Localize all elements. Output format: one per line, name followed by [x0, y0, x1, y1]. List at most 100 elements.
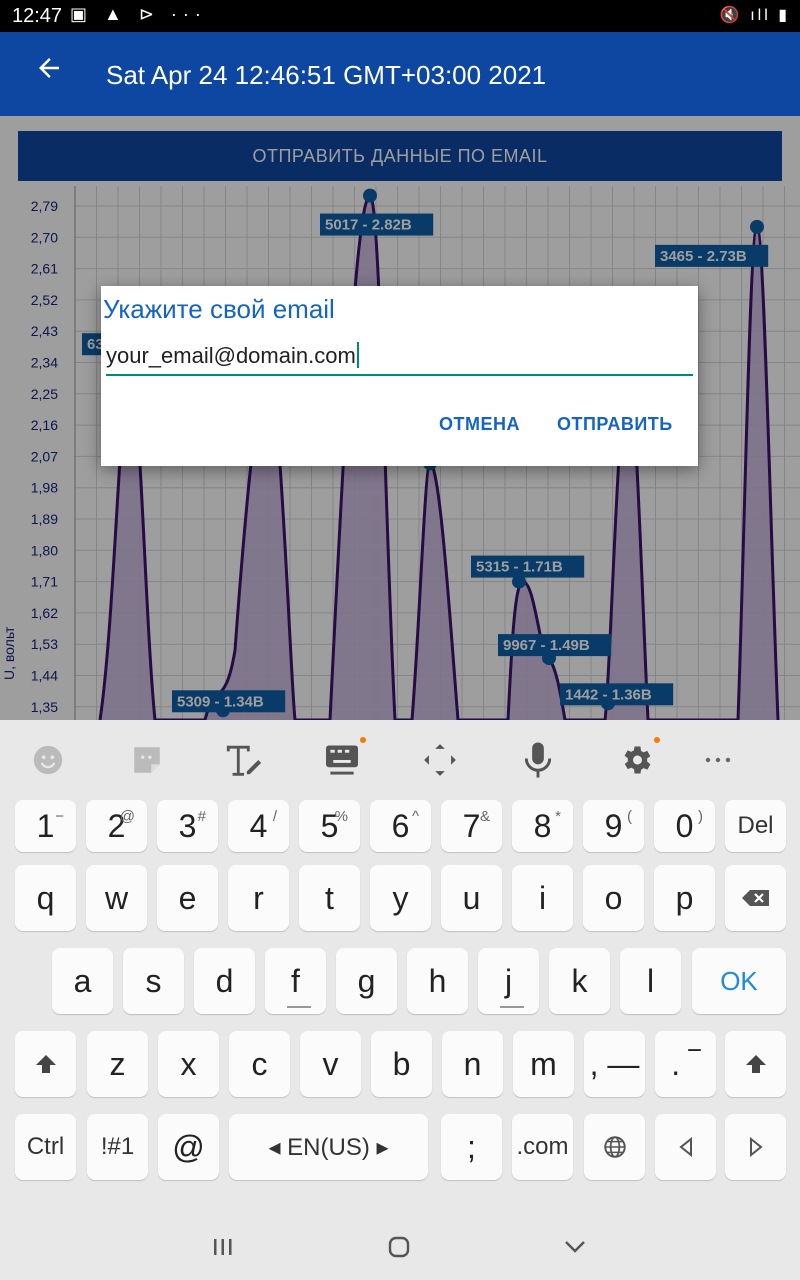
key-7-alt: &: [479, 808, 490, 825]
dotcom-key[interactable]: .com: [512, 1114, 573, 1180]
comma-key[interactable]: , —: [584, 1031, 645, 1097]
dialog-title: Укажите свой email: [103, 294, 335, 324]
key-m-label: m: [530, 1045, 557, 1082]
mic-icon[interactable]: [508, 736, 568, 784]
shift-icon: [745, 1055, 766, 1073]
key-o[interactable]: o: [583, 865, 644, 931]
key-q[interactable]: q: [15, 865, 76, 931]
key-marker: [500, 1006, 524, 1008]
at-key[interactable]: @: [158, 1114, 219, 1180]
symbols-key[interactable]: !#1: [87, 1114, 148, 1180]
key-6[interactable]: 6 ^: [370, 800, 431, 852]
key-g-label: g: [357, 962, 376, 999]
key-r[interactable]: r: [228, 865, 289, 931]
space-key[interactable]: ◂ EN(US) ▸: [229, 1114, 428, 1180]
key-marker: [287, 1006, 311, 1008]
key-n[interactable]: n: [442, 1031, 503, 1097]
del-key[interactable]: Del: [725, 800, 786, 852]
key-d[interactable]: d: [194, 948, 255, 1014]
key-l[interactable]: l: [620, 948, 681, 1014]
key-b[interactable]: b: [371, 1031, 432, 1097]
backspace-key[interactable]: [725, 865, 786, 931]
key-5[interactable]: 5%: [299, 800, 360, 852]
sticker-icon[interactable]: [117, 736, 177, 784]
key-s-label: s: [145, 962, 162, 999]
key-f-label: f: [291, 962, 300, 999]
key-3-alt: #: [197, 808, 206, 825]
key-m[interactable]: m: [513, 1031, 574, 1097]
key-7[interactable]: 7 &: [441, 800, 502, 852]
backspace-icon: [741, 890, 769, 906]
key-s[interactable]: s: [123, 948, 184, 1014]
shift-right-key[interactable]: [725, 1031, 786, 1097]
key-v-label: v: [322, 1045, 339, 1082]
key-a-label: a: [73, 962, 92, 999]
key-2-alt: @: [119, 808, 135, 825]
key-f[interactable]: f: [265, 948, 326, 1014]
back-arrow-icon[interactable]: [34, 52, 70, 92]
key-3[interactable]: 3 #: [157, 800, 218, 852]
key-1[interactable]: 1−: [15, 800, 76, 852]
ctrl-key[interactable]: Ctrl: [15, 1114, 76, 1180]
recents-icon[interactable]: [198, 1230, 248, 1264]
key-i[interactable]: i: [512, 865, 573, 931]
key-5-alt: %: [334, 808, 348, 825]
key-t-label: t: [325, 879, 334, 916]
status-time: 12:47: [12, 5, 63, 27]
key-3-label: 3: [178, 807, 197, 844]
key-2[interactable]: 2 @: [86, 800, 147, 852]
navigation-bar: [0, 1212, 800, 1280]
key-p[interactable]: p: [654, 865, 715, 931]
key-t[interactable]: t: [299, 865, 360, 931]
key-x[interactable]: x: [158, 1031, 219, 1097]
text-caret: [356, 342, 359, 368]
key-0[interactable]: 0): [654, 800, 715, 852]
send-button[interactable]: ОТПРАВИТЬ: [557, 414, 673, 435]
period-key[interactable]: . ‾: [655, 1031, 716, 1097]
key-8-alt: *: [555, 808, 561, 825]
cursor-right-key[interactable]: [725, 1114, 786, 1180]
hide-keyboard-icon[interactable]: [550, 1230, 600, 1264]
move-icon[interactable]: [410, 736, 470, 784]
key-y[interactable]: y: [370, 865, 431, 931]
semicolon-key[interactable]: ;: [441, 1114, 502, 1180]
text-edit-icon[interactable]: [214, 736, 274, 784]
keyboard-notification-dot: [360, 737, 366, 743]
key-z[interactable]: z: [87, 1031, 148, 1097]
key-i-label: i: [538, 879, 547, 916]
home-icon[interactable]: [374, 1230, 424, 1264]
language-key[interactable]: [584, 1114, 645, 1180]
key-p-label: p: [675, 879, 694, 916]
cursor-left-key[interactable]: [655, 1114, 716, 1180]
key-4[interactable]: 4/: [228, 800, 289, 852]
key-8[interactable]: 8 *: [512, 800, 573, 852]
keyboard-icon[interactable]: [312, 736, 372, 784]
key-7-label: 7: [462, 807, 481, 844]
email-dialog: Укажите свой email your_email@domain.com…: [101, 286, 698, 466]
key-y-label: y: [392, 879, 409, 916]
key-j[interactable]: j: [478, 948, 539, 1014]
email-input[interactable]: your_email@domain.com: [106, 338, 693, 376]
notification-icons: ▣ ▲ ⊳ ···: [70, 4, 207, 24]
ok-key-label: OK: [720, 965, 758, 996]
emoji-icon[interactable]: [18, 736, 78, 784]
key-v[interactable]: v: [300, 1031, 361, 1097]
key-c[interactable]: c: [229, 1031, 290, 1097]
settings-notification-dot: [654, 737, 660, 743]
more-icon[interactable]: [688, 736, 748, 784]
cancel-button[interactable]: ОТМЕНА: [439, 414, 520, 435]
globe-icon: [603, 1136, 626, 1158]
keyboard: 1−2 @3 #4/5% 6 ^ 7 & 8 * 9(0) Del q w e r t y u i o p a s d f g h j…: [0, 720, 800, 1212]
shift-left-key[interactable]: [15, 1031, 76, 1097]
key-w[interactable]: w: [86, 865, 147, 931]
key-e[interactable]: e: [157, 865, 218, 931]
key-g[interactable]: g: [336, 948, 397, 1014]
key-u[interactable]: u: [441, 865, 502, 931]
key-k[interactable]: k: [549, 948, 610, 1014]
key-h[interactable]: h: [407, 948, 468, 1014]
key-a[interactable]: a: [52, 948, 113, 1014]
settings-icon[interactable]: [606, 736, 666, 784]
shift-icon: [35, 1055, 56, 1073]
key-9[interactable]: 9(: [583, 800, 644, 852]
ok-key[interactable]: OK: [692, 948, 786, 1014]
